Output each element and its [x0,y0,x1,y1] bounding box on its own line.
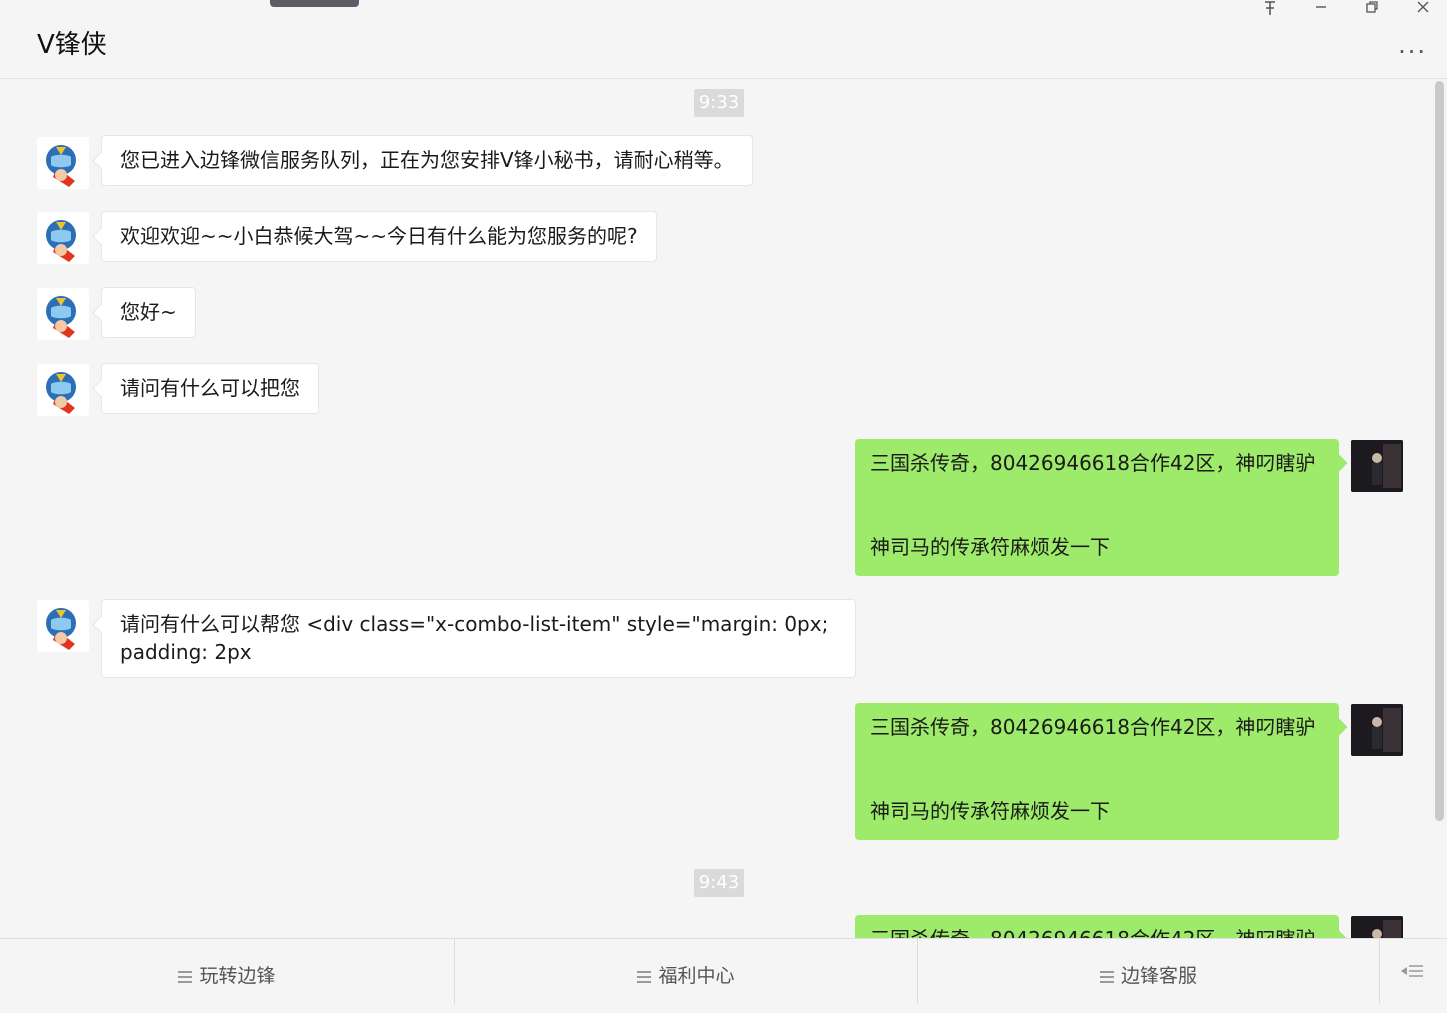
bot-avatar[interactable] [37,600,89,652]
user-message-bubble[interactable]: 三国杀传奇，80426946618合作42区，神叼瞎驴 神司马的传承符麻烦发一下 [855,439,1339,576]
menu-item-label: 边锋客服 [1120,965,1197,987]
menu-item-label: 玩转边锋 [199,965,276,987]
user-message-bubble[interactable]: 三国杀传奇，80426946618合作42区，神叼瞎驴 [855,915,1339,938]
bottom-menu: 玩转边锋 福利中心 边锋客服 [0,938,1447,1004]
message-line: 神司马的传承符麻烦发一下 [870,535,1110,559]
menu-icon [637,971,652,983]
minimize-icon[interactable] [1306,0,1336,18]
timestamp: 9:33 [694,89,744,117]
chat-title: V锋侠 [37,30,107,60]
timestamp: 9:43 [694,869,744,897]
user-avatar[interactable] [1351,916,1403,938]
menu-item-welfare[interactable]: 福利中心 [455,939,917,1004]
user-avatar[interactable] [1351,440,1403,492]
menu-icon [1099,971,1114,983]
user-avatar[interactable] [1351,704,1403,756]
message-line: 三国杀传奇，80426946618合作42区，神叼瞎驴 [870,925,1324,938]
bot-message-bubble[interactable]: 您已进入边锋微信服务队列，正在为您安排V锋小秘书，请耐心稍等。 [101,135,753,186]
divider [1379,939,1380,1004]
close-icon[interactable] [1408,0,1438,18]
chat-area[interactable]: 9:33 您已进入边锋微信服务队列，正在为您安排V锋小秘书，请耐心稍等。 欢迎欢… [0,80,1447,938]
bot-avatar[interactable] [37,288,89,340]
menu-item-label: 福利中心 [658,965,735,987]
message-line: 三国杀传奇，80426946618合作42区，神叼瞎驴 [870,451,1316,475]
keyboard-toggle-icon[interactable] [1379,939,1447,1004]
bot-message-bubble[interactable]: 您好~ [101,287,196,338]
title-bar: V锋侠 ··· [0,0,1447,79]
bot-avatar[interactable] [37,364,89,416]
pin-icon[interactable] [1255,0,1285,18]
bot-message-bubble[interactable]: 请问有什么可以把您 [101,363,319,414]
menu-item-service[interactable]: 边锋客服 [918,939,1379,1004]
bot-message-bubble[interactable]: 请问有什么可以帮您 <div class="x-combo-list-item"… [101,599,856,678]
bot-message-bubble[interactable]: 欢迎欢迎~~小白恭候大驾~~今日有什么能为您服务的呢? [101,211,657,262]
menu-item-wanzhuan[interactable]: 玩转边锋 [0,939,454,1004]
bot-avatar[interactable] [37,212,89,264]
menu-icon [178,971,193,983]
bot-avatar[interactable] [37,137,89,189]
message-line: 神司马的传承符麻烦发一下 [870,799,1110,823]
more-options-icon[interactable]: ··· [1398,38,1427,66]
restore-icon[interactable] [1357,0,1387,18]
scrollbar[interactable] [1435,81,1444,821]
message-line: 三国杀传奇，80426946618合作42区，神叼瞎驴 [870,715,1316,739]
user-message-bubble[interactable]: 三国杀传奇，80426946618合作42区，神叼瞎驴 神司马的传承符麻烦发一下 [855,703,1339,840]
drag-handle[interactable] [270,0,359,7]
